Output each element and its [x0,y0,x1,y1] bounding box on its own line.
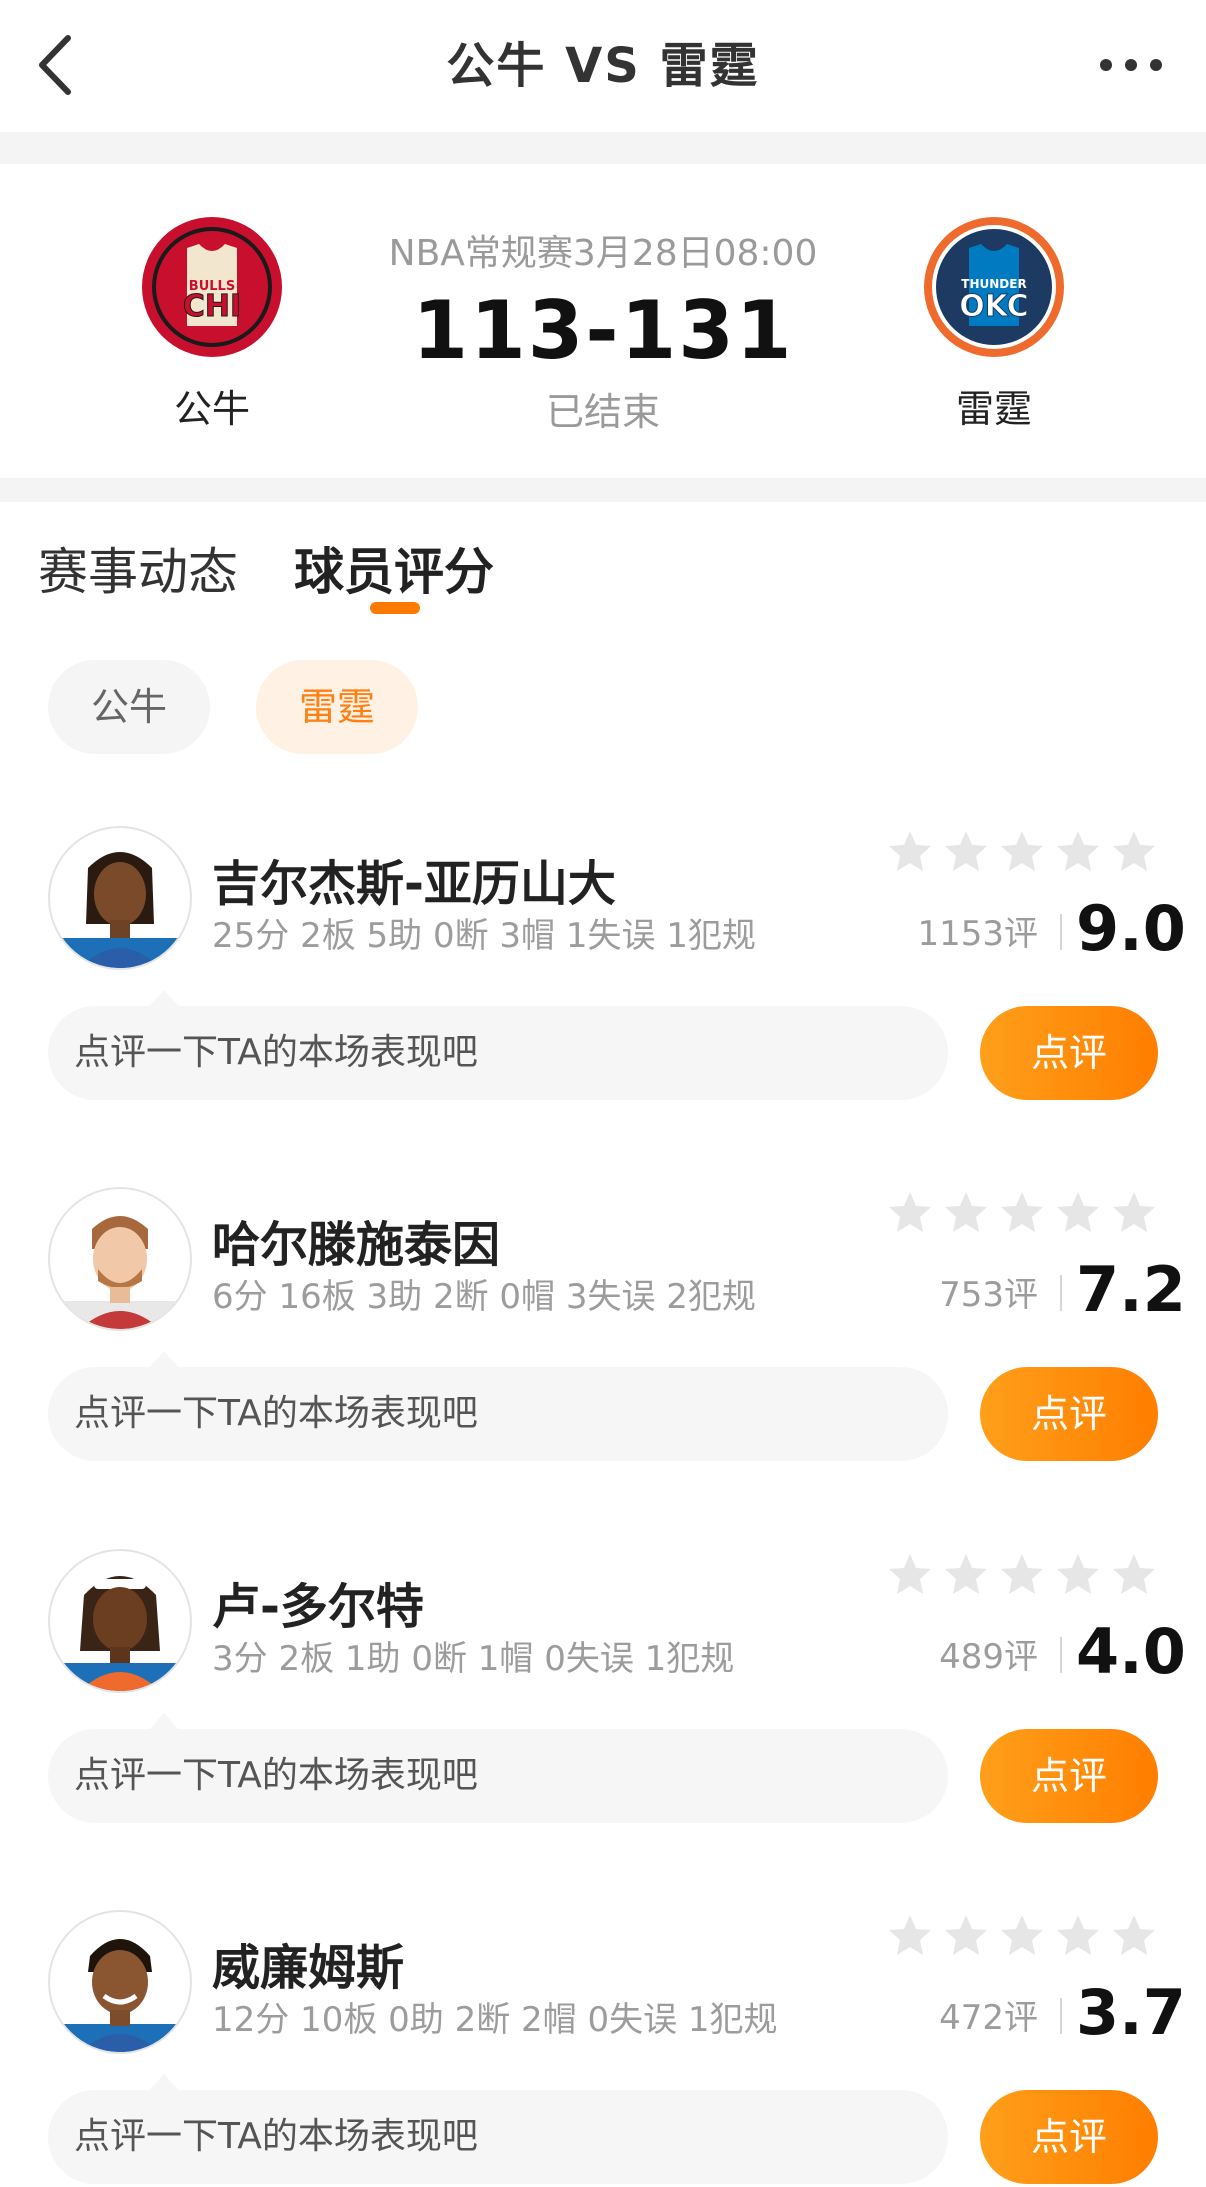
separator [1060,1998,1062,2034]
comment-placeholder: 点评一下TA的本场表现吧 [74,1393,478,1434]
comment-input[interactable]: 点评一下TA的本场表现吧 [48,990,948,1100]
rating-count: 472评 [939,1998,1038,2038]
separator [1060,914,1062,950]
svg-text:OKC: OKC [959,289,1028,324]
player-stats: 6分 16板 3助 2断 0帽 3失误 2犯规 [212,1277,756,1317]
match-info: NBA常规赛3月28日08:00 [388,233,818,274]
player-score: 7.2 [1076,1253,1186,1326]
rating-count: 1153评 [917,914,1038,954]
player-row: 卢-多尔特 3分 2板 1助 0断 1帽 0失误 1犯规 489评 4.0 点评… [0,1549,1206,1909]
rating-count: 489评 [939,1637,1038,1677]
comment-button[interactable]: 点评 [980,2090,1158,2184]
more-options-icon[interactable] [1096,50,1166,80]
svg-text:CHI: CHI [183,289,241,324]
comment-input[interactable]: 点评一下TA的本场表现吧 [48,2074,948,2184]
player-photo-icon [50,1576,190,1691]
comment-placeholder: 点评一下TA的本场表现吧 [74,1032,478,1073]
page-title: 公牛 VS 雷霆 [446,38,760,94]
player-avatar[interactable] [48,1549,192,1693]
separator [1060,1637,1062,1673]
player-row: 吉尔杰斯-亚历山大 25分 2板 5助 0断 3帽 1失误 1犯规 1153评 … [0,826,1206,1186]
star-rating-icon[interactable] [888,1912,1158,1962]
tab-bar: 赛事动态 球员评分 [0,502,1206,632]
player-name: 哈尔滕施泰因 [212,1217,501,1273]
player-photo-icon [50,1216,190,1329]
match-status: 已结束 [545,390,660,434]
player-row: 威廉姆斯 12分 10板 0助 2断 2帽 0失误 1犯规 472评 3.7 点… [0,1910,1206,2187]
player-score: 3.7 [1076,1976,1186,2049]
comment-placeholder: 点评一下TA的本场表现吧 [74,2116,478,2157]
separator [1060,1275,1062,1311]
player-stats: 12分 10板 0助 2断 2帽 0失误 1犯规 [212,2000,778,2040]
player-stats: 3分 2板 1助 0断 1帽 0失误 1犯规 [212,1639,735,1679]
top-nav-bar: 公牛 VS 雷霆 [0,0,1206,132]
player-name: 卢-多尔特 [212,1579,424,1635]
comment-input[interactable]: 点评一下TA的本场表现吧 [48,1713,948,1823]
active-tab-indicator [370,602,420,614]
player-stats: 25分 2板 5助 0断 3帽 1失误 1犯规 [212,916,756,956]
filter-chip-bulls[interactable]: 公牛 [48,660,210,754]
home-team[interactable]: BULLS CHI 公牛 [112,214,312,433]
star-rating-icon[interactable] [888,1551,1158,1601]
comment-placeholder: 点评一下TA的本场表现吧 [74,1755,478,1796]
player-name: 吉尔杰斯-亚历山大 [212,856,616,912]
player-score: 4.0 [1076,1615,1186,1688]
tab-match-events[interactable]: 赛事动态 [38,532,238,604]
player-photo-icon [50,1939,190,2052]
match-center: NBA常规赛3月28日08:00 113-131 已结束 [330,224,876,436]
star-rating-icon[interactable] [888,828,1158,878]
home-team-name: 公牛 [173,387,250,431]
rating-count: 753评 [939,1275,1038,1315]
divider [0,478,1206,502]
comment-button[interactable]: 点评 [980,1729,1158,1823]
match-score: 113-131 [412,284,794,377]
player-row: 哈尔滕施泰因 6分 16板 3助 2断 0帽 3失误 2犯规 753评 7.2 … [0,1187,1206,1547]
match-card: BULLS CHI 公牛 NBA常规赛3月28日08:00 113-131 已结… [0,164,1206,478]
comment-input[interactable]: 点评一下TA的本场表现吧 [48,1351,948,1461]
player-name: 威廉姆斯 [212,1940,405,1996]
tab-player-ratings[interactable]: 球员评分 [294,532,494,604]
divider [0,132,1206,164]
filter-chip-thunder[interactable]: 雷霆 [256,660,418,754]
comment-button[interactable]: 点评 [980,1367,1158,1461]
player-avatar[interactable] [48,1910,192,2054]
thunder-logo-icon: THUNDER OKC [924,217,1064,357]
player-photo-icon [50,852,190,968]
star-rating-icon[interactable] [888,1189,1158,1239]
away-team-name: 雷霆 [955,387,1032,431]
bulls-logo-icon: BULLS CHI [142,217,282,357]
player-avatar[interactable] [48,826,192,970]
comment-button[interactable]: 点评 [980,1006,1158,1100]
player-score: 9.0 [1076,892,1186,965]
away-team[interactable]: THUNDER OKC 雷霆 [894,214,1094,433]
player-avatar[interactable] [48,1187,192,1331]
